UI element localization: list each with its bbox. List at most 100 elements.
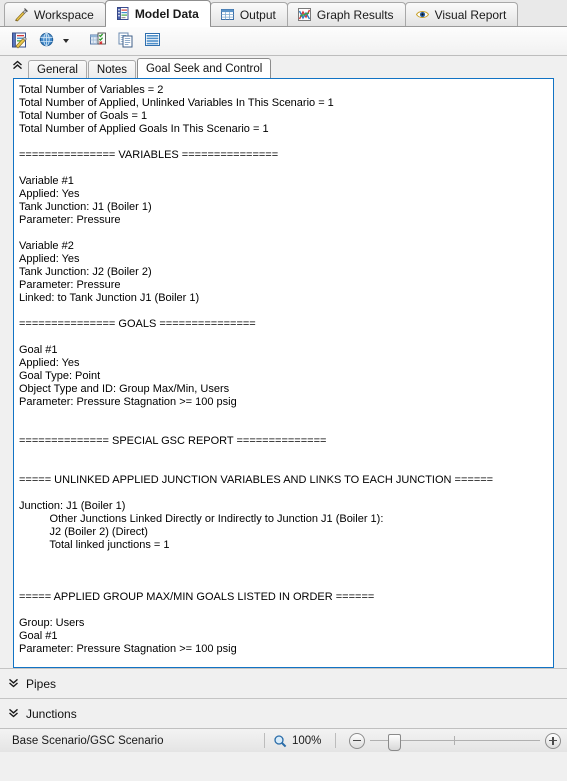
report-line [19, 565, 549, 578]
tab-output[interactable]: Output [209, 2, 288, 26]
copy-button[interactable] [113, 30, 137, 53]
report-line: Parameter: Pressure Stagnation >= 100 ps… [19, 396, 237, 408]
report-line: Linked: to Tank Junction J1 (Boiler 1) [19, 292, 200, 304]
subtab-label: Notes [96, 63, 127, 76]
double-chevron-down-icon [8, 707, 19, 721]
pane-label: Pipes [26, 676, 57, 691]
report-line [19, 136, 549, 149]
report-line: =============== GOALS =============== [19, 318, 256, 330]
report-line [19, 487, 549, 500]
grid-table-icon [220, 7, 235, 22]
pane-junctions[interactable]: Junctions [0, 698, 567, 728]
report-line [19, 578, 549, 591]
subtab-goal-seek-and-control[interactable]: Goal Seek and Control [136, 58, 272, 78]
dropdown-caret-icon [63, 39, 69, 43]
tab-model-data[interactable]: Model Data [104, 0, 211, 27]
report-line: Total Number of Variables = 2 [19, 84, 164, 96]
report-line [19, 461, 549, 474]
pane-label: Junctions [26, 706, 77, 721]
report-line [19, 162, 549, 175]
report-line [19, 604, 549, 617]
zoom-slider[interactable] [370, 733, 540, 751]
eye-icon [415, 7, 430, 22]
slider-tick [454, 735, 455, 745]
collapse-panel-button[interactable] [6, 56, 28, 78]
pane-pipes[interactable]: Pipes [0, 668, 567, 698]
minus-circle-icon[interactable] [349, 732, 365, 749]
double-chevron-up-icon [12, 60, 23, 73]
report-line: =============== VARIABLES ==============… [19, 149, 279, 161]
show-object-status-button[interactable] [86, 30, 110, 53]
tab-workspace[interactable]: Workspace [4, 2, 106, 26]
report-line: Applied: Yes [19, 253, 80, 265]
report-line: Total Number of Goals = 1 [19, 110, 148, 122]
report-line: ============== SPECIAL GSC REPORT ======… [19, 435, 327, 447]
plus-circle-icon[interactable] [545, 732, 561, 749]
goal-seek-report-textbox[interactable]: Total Number of Variables = 2 Total Numbe… [13, 78, 554, 668]
zoom-level-label: 100% [292, 734, 322, 747]
report-line: Applied: Yes [19, 188, 80, 200]
report-panel-container: Total Number of Variables = 2 Total Numbe… [0, 78, 567, 668]
report-line [19, 448, 549, 461]
status-divider [264, 733, 265, 748]
report-line: Parameter: Pressure [19, 279, 121, 291]
report-line: Tank Junction: J1 (Boiler 1) [19, 201, 152, 213]
status-bar: Base Scenario/GSC Scenario 100% [0, 728, 567, 752]
report-line: Total Number of Applied Goals In This Sc… [19, 123, 269, 135]
chart-icon [297, 7, 312, 22]
tab-label: Graph Results [316, 7, 394, 22]
double-chevron-down-icon [8, 677, 19, 691]
globe-dropdown-button[interactable] [61, 30, 73, 53]
report-line: Group: Users [19, 617, 85, 629]
subtab-label: Goal Seek and Control [145, 62, 263, 75]
tab-label: Model Data [134, 6, 199, 21]
edit-model-data-icon [10, 31, 28, 52]
report-text: Total Number of Variables = 2 Total Numbe… [19, 84, 549, 656]
report-line: Variable #1 [19, 175, 74, 187]
report-line: J2 (Boiler 2) (Direct) [19, 526, 148, 538]
report-line: Goal #1 [19, 344, 58, 356]
zoom-control-group: 100% [273, 732, 561, 751]
report-line [19, 552, 549, 565]
notebook-icon [115, 6, 130, 21]
toolbar [0, 27, 567, 56]
report-line: Goal Type: Point [19, 370, 101, 382]
report-line: Variable #2 [19, 240, 74, 252]
magnifier-icon[interactable] [273, 734, 287, 748]
report-line: Applied: Yes [19, 357, 80, 369]
tab-graph-results[interactable]: Graph Results [286, 2, 406, 26]
status-scenario-label: Base Scenario/GSC Scenario [12, 734, 164, 747]
subtab-label: General [37, 63, 78, 76]
subtab-notes[interactable]: Notes [87, 60, 136, 78]
report-line: Object Type and ID: Group Max/Min, Users [19, 383, 230, 395]
sub-tab-row: General Notes Goal Seek and Control [0, 56, 567, 78]
show-object-status-icon [89, 31, 107, 52]
main-tab-strip: Workspace Model Data Output Graph Result… [0, 0, 567, 27]
tab-label: Workspace [34, 7, 94, 22]
slider-thumb[interactable] [388, 733, 401, 751]
edit-model-data-button[interactable] [7, 30, 31, 53]
list-lines-button[interactable] [140, 30, 164, 53]
report-line: ===== APPLIED GROUP MAX/MIN GOALS LISTED… [19, 591, 375, 603]
subtab-general[interactable]: General [28, 60, 87, 78]
tab-visual-report[interactable]: Visual Report [404, 2, 519, 26]
status-divider-2 [335, 733, 336, 748]
report-line: Other Junctions Linked Directly or Indir… [19, 513, 384, 525]
report-line: Goal #1 [19, 630, 58, 642]
list-lines-icon [144, 31, 161, 51]
tab-label: Output [239, 7, 276, 22]
report-line: Total linked junctions = 1 [19, 539, 170, 551]
report-line [19, 331, 549, 344]
report-line: Parameter: Pressure Stagnation >= 100 ps… [19, 643, 237, 655]
report-line [19, 227, 549, 240]
globe-units-icon [38, 31, 55, 51]
report-line [19, 409, 549, 422]
tab-label: Visual Report [434, 7, 507, 22]
report-line: Junction: J1 (Boiler 1) [19, 500, 126, 512]
report-line: Total Number of Applied, Unlinked Variab… [19, 97, 334, 109]
report-line [19, 305, 549, 318]
wrench-pencil-icon [14, 7, 29, 22]
globe-units-button[interactable] [34, 30, 58, 53]
application-window: Workspace Model Data Output Graph Result… [0, 0, 567, 781]
report-line: Tank Junction: J2 (Boiler 2) [19, 266, 152, 278]
